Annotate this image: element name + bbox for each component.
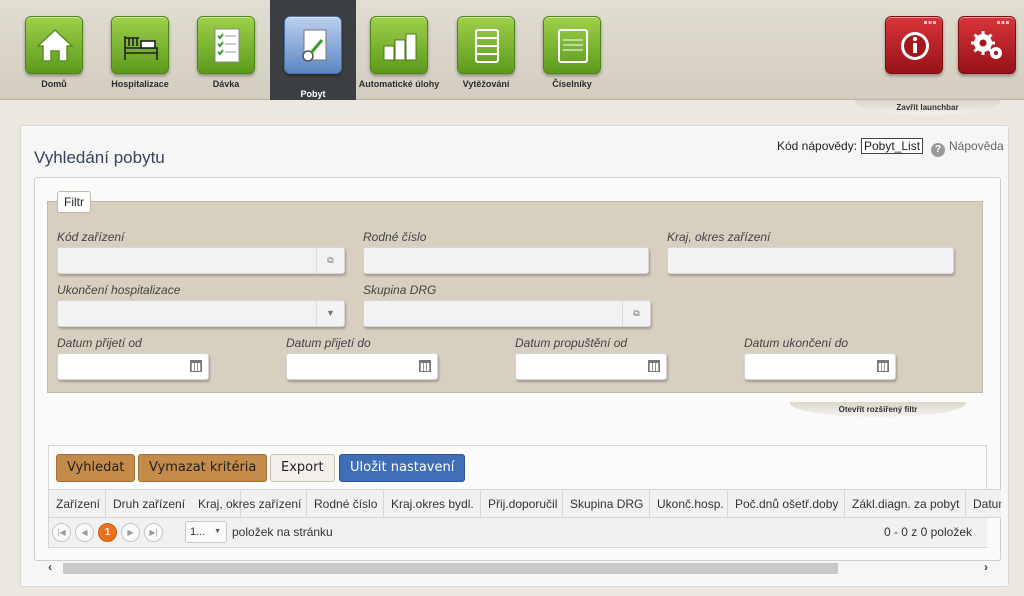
tile-label: Číselníky [552, 79, 592, 89]
scroll-left-icon[interactable]: ‹ [48, 560, 52, 574]
tile-automaticke-ulohy[interactable]: Automatické úlohy [356, 0, 442, 100]
filter-legend: Filtr [57, 191, 91, 213]
tile-label: Vytěžování [462, 79, 510, 89]
search-button[interactable]: Vyhledat [56, 454, 136, 482]
column-header[interactable]: Datum [966, 490, 1001, 517]
column-header[interactable]: Zařízení [49, 490, 106, 517]
tile-hospitalizace[interactable]: Hospitalizace [97, 0, 183, 100]
column-header[interactable]: Kraj.okres bydl. [384, 490, 481, 517]
kod-zarizeni-input[interactable]: ⧉ [57, 247, 345, 274]
calendar-icon[interactable] [648, 360, 660, 372]
tile-label: Domů [41, 79, 67, 89]
label-rodne-cislo: Rodné číslo [363, 230, 427, 244]
export-button[interactable]: Export [270, 454, 335, 482]
tile-pobyt[interactable]: Pobyt [270, 0, 356, 100]
label-ukonceni: Ukončení hospitalizace [57, 283, 181, 297]
skupina-drg-input[interactable]: ⧉ [363, 300, 651, 327]
tile-davka[interactable]: Dávka [183, 0, 269, 100]
tile-settings[interactable] [944, 0, 1024, 100]
codes-icon [543, 16, 601, 74]
prev-page-icon[interactable]: ◀ [75, 523, 94, 542]
help-code-label: Kód nápovědy: [777, 139, 858, 153]
rodne-cislo-input[interactable] [363, 247, 649, 274]
bed-icon [111, 16, 169, 74]
scroll-thumb[interactable] [63, 563, 838, 574]
tile-home[interactable]: Domů [11, 0, 97, 100]
column-header[interactable]: Přij.doporučil [481, 490, 563, 517]
tile-label: Automatické úlohy [358, 79, 440, 89]
chevron-down-icon[interactable]: ▼ [316, 301, 344, 326]
page-size-value: 1... [190, 526, 206, 538]
label-kraj-okres: Kraj, okres zařízení [667, 230, 771, 244]
chevron-down-icon: ▼ [214, 528, 221, 535]
clear-criteria-button[interactable]: Vymazat kritéria [138, 454, 268, 482]
page-size-select[interactable]: 1... ▼ [185, 521, 227, 543]
calendar-icon[interactable] [877, 360, 889, 372]
close-launchbar-button[interactable]: Zavřít launchbar [855, 100, 1000, 115]
grid-header: Zařízení Druh zařízení Kraj, okres zaříz… [49, 489, 1001, 518]
checklist-icon [197, 16, 255, 74]
help-link[interactable]: ? Nápověda [931, 139, 1004, 157]
column-header[interactable]: Kraj, okres zařízení [191, 490, 307, 517]
column-header[interactable]: Poč.dnů ošetř.doby [728, 490, 845, 517]
ukonceni-do-input[interactable] [744, 353, 896, 380]
tile-label: Pobyt [300, 89, 326, 99]
lookup-icon[interactable]: ⧉ [316, 248, 344, 273]
document-icon [284, 16, 342, 74]
save-settings-button[interactable]: Uložit nastavení [339, 454, 466, 482]
label-skupina-drg: Skupina DRG [363, 283, 437, 297]
label-prijeti-od: Datum přijetí od [57, 336, 142, 350]
prijeti-do-input[interactable] [286, 353, 438, 380]
gears-icon [958, 16, 1016, 74]
horizontal-scrollbar[interactable]: ‹ › [48, 560, 988, 576]
launchbar: Domů Hospitalizace Dávka Pobyt Automatic… [0, 0, 1024, 100]
tile-label: Hospitalizace [111, 79, 169, 89]
label-kod-zarizeni: Kód zařízení [57, 230, 125, 244]
column-header[interactable]: Ukonč.hosp. [650, 490, 728, 517]
page-title: Vyhledání pobytu [34, 148, 165, 167]
tile-ciselniky[interactable]: Číselníky [529, 0, 615, 100]
column-header[interactable]: Zákl.diagn. za pobyt [845, 490, 966, 517]
page-size-label: položek na stránku [232, 525, 333, 539]
next-page-icon[interactable]: ▶ [121, 523, 140, 542]
lookup-icon[interactable]: ⧉ [622, 301, 650, 326]
label-ukonceni-do: Datum ukončení do [744, 336, 849, 350]
label-prijeti-do: Datum přijetí do [286, 336, 371, 350]
tile-vytezovani[interactable]: Vytěžování [443, 0, 529, 100]
pager: |◀ ◀ 1 ▶ ▶| 1... ▼ položek na stránku 0 -… [49, 518, 987, 547]
first-page-icon[interactable]: |◀ [52, 523, 71, 542]
help-link-label: Nápověda [949, 139, 1004, 153]
question-icon: ? [931, 143, 945, 157]
propusteni-od-input[interactable] [515, 353, 667, 380]
kraj-okres-input[interactable] [667, 247, 954, 274]
current-page[interactable]: 1 [98, 523, 117, 542]
layers-icon [457, 16, 515, 74]
blocks-icon [370, 16, 428, 74]
tile-label: Dávka [212, 79, 240, 89]
last-page-icon[interactable]: ▶| [144, 523, 163, 542]
prijeti-od-input[interactable] [57, 353, 209, 380]
calendar-icon[interactable] [419, 360, 431, 372]
home-icon [25, 16, 83, 74]
pager-info: 0 - 0 z 0 položek [883, 525, 972, 539]
ukonceni-select[interactable]: ▼ [57, 300, 345, 327]
help-code-value: Pobyt_List [861, 138, 924, 154]
label-propusteni-od: Datum propuštění od [515, 336, 628, 350]
info-icon [885, 16, 943, 74]
scroll-right-icon[interactable]: › [984, 560, 988, 574]
column-header[interactable]: Skupina DRG [563, 490, 650, 517]
column-header[interactable]: Rodné číslo [307, 490, 384, 517]
calendar-icon[interactable] [190, 360, 202, 372]
